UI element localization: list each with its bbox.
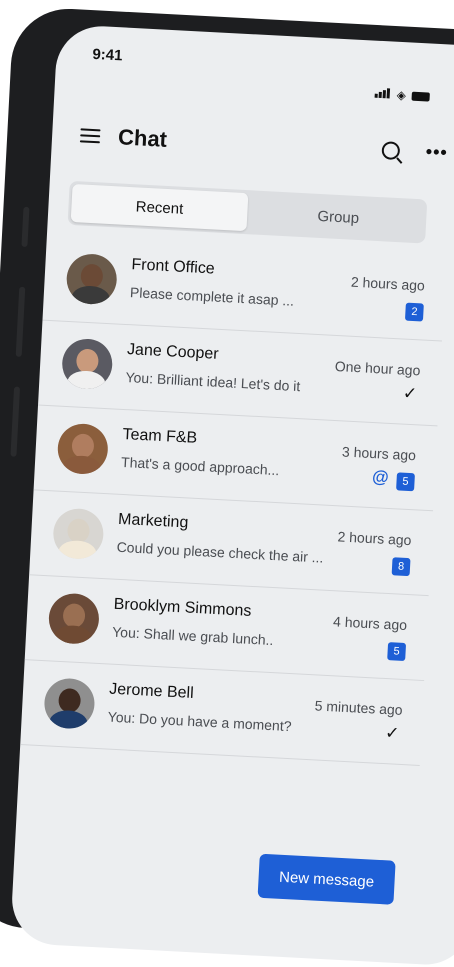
- chat-name: Front Office: [131, 256, 216, 278]
- wifi-icon: ◈: [396, 87, 407, 103]
- unread-badge: 2: [404, 302, 424, 322]
- avatar: [65, 252, 118, 306]
- check-icon: ✓: [384, 723, 400, 743]
- side-button: [21, 206, 30, 248]
- chat-time: 5 minutes ago: [314, 697, 403, 718]
- battery-icon: [411, 91, 431, 102]
- status-icons: ◈: [374, 87, 431, 104]
- search-icon[interactable]: [381, 141, 401, 161]
- side-button: [10, 386, 21, 457]
- tab-recent[interactable]: Recent: [70, 183, 249, 232]
- chat-time: 2 hours ago: [350, 273, 426, 294]
- chat-preview: Please complete it asap ...: [129, 284, 295, 309]
- chat-tabs: Recent Group: [67, 180, 428, 244]
- phone-screen: 9:41 ◈ Chat ••• Recent Group Front Offic…: [9, 24, 454, 967]
- chat-name: Brooklym Simmons: [113, 595, 252, 620]
- chat-preview: You: Brilliant idea! Let's do it: [125, 369, 301, 395]
- chat-list: Front Office Please complete it asap ... 2…: [20, 235, 447, 766]
- chat-name: Marketing: [117, 510, 189, 532]
- chat-time: 3 hours ago: [341, 443, 417, 464]
- chat-preview: Could you please check the air ...: [116, 538, 324, 566]
- chat-preview: You: Do you have a moment?: [107, 708, 292, 735]
- chat-name: Jerome Bell: [108, 680, 195, 703]
- side-button: [15, 286, 26, 357]
- avatar: [52, 507, 105, 561]
- status-time: 9:41: [92, 45, 123, 65]
- signal-icon: [374, 87, 391, 102]
- unread-badge: 8: [391, 557, 411, 577]
- chat-preview: That's a good approach...: [120, 453, 280, 479]
- unread-badge: 5: [387, 642, 407, 662]
- chat-name: Jane Cooper: [126, 341, 220, 363]
- at-sign-icon: @: [371, 467, 390, 487]
- chat-name: Team F&B: [122, 425, 198, 447]
- avatar: [60, 337, 114, 391]
- chat-time: One hour ago: [334, 357, 421, 379]
- new-message-button[interactable]: New message: [257, 853, 396, 905]
- page-title: Chat: [117, 124, 168, 152]
- more-horizontal-icon[interactable]: •••: [425, 141, 448, 163]
- unread-badge: 5: [396, 472, 415, 492]
- avatar: [47, 592, 101, 645]
- chat-time: 2 hours ago: [337, 528, 412, 549]
- check-icon: ✓: [402, 383, 418, 404]
- tab-group[interactable]: Group: [249, 190, 427, 243]
- chat-time: 4 hours ago: [332, 613, 408, 634]
- avatar: [56, 422, 110, 476]
- app-header: Chat •••: [79, 115, 448, 174]
- hamburger-icon[interactable]: [79, 128, 101, 144]
- chat-preview: You: Shall we grab lunch..: [111, 623, 274, 649]
- avatar: [43, 677, 96, 730]
